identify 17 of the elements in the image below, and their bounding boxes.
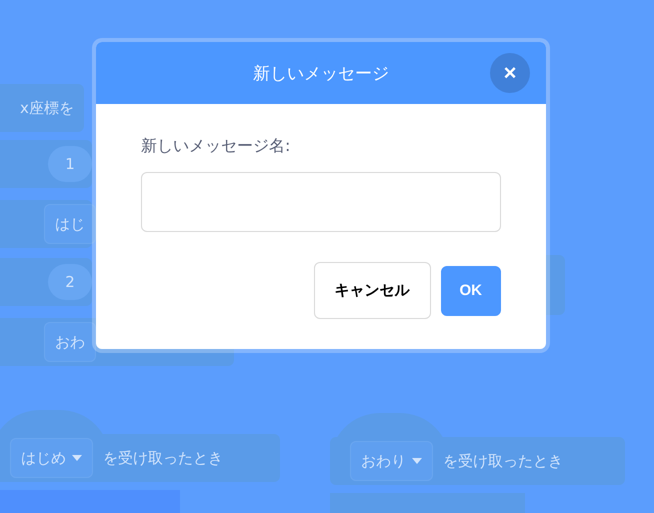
ok-button[interactable]: OK bbox=[440, 266, 501, 316]
cancel-button[interactable]: キャンセル bbox=[314, 262, 430, 319]
caret-icon bbox=[412, 458, 422, 464]
number-input[interactable]: 1 bbox=[48, 146, 92, 182]
block-label: x座標を bbox=[20, 98, 74, 118]
message-name-field[interactable] bbox=[141, 172, 501, 232]
caret-icon bbox=[72, 455, 82, 461]
block-label: を受け取ったとき bbox=[443, 452, 563, 470]
message-dropdown[interactable]: おわり bbox=[350, 441, 433, 481]
dialog-title: 新しいメッセージ bbox=[253, 62, 389, 84]
message-dropdown[interactable]: はじめ bbox=[10, 438, 93, 478]
close-button[interactable]: × bbox=[490, 53, 530, 93]
number-input[interactable]: 2 bbox=[48, 264, 92, 300]
message-dropdown[interactable]: はじ bbox=[44, 204, 96, 244]
field-label: 新しいメッセージ名: bbox=[141, 136, 292, 157]
block-label: を受け取ったとき bbox=[103, 448, 223, 468]
message-dropdown[interactable]: おわ bbox=[44, 322, 96, 362]
